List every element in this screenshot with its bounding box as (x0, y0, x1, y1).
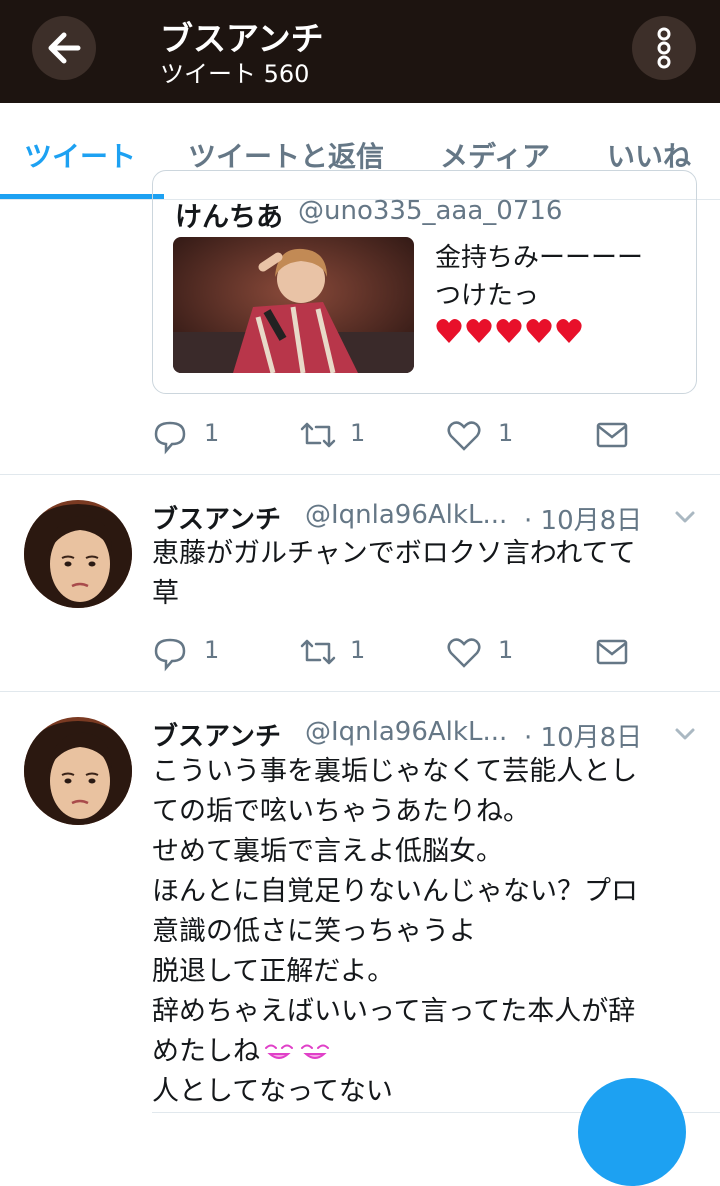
tweet-author-name[interactable]: ブスアンチ (152, 499, 281, 536)
like-button[interactable]: 1 (446, 632, 513, 672)
direct-message-button[interactable] (594, 415, 630, 455)
profile-header: ブスアンチ ツイート 560 (0, 0, 720, 103)
retweet-icon (300, 422, 336, 448)
like-button[interactable]: 1 (446, 415, 513, 455)
chevron-down-icon (675, 511, 695, 523)
back-button[interactable] (32, 16, 96, 80)
reply-button[interactable]: 1 (152, 632, 219, 672)
heart-icon (447, 421, 481, 451)
like-count: 1 (498, 419, 514, 447)
quoted-author-name: けんちあ (175, 202, 283, 233)
tab-tweets[interactable]: ツイート (24, 135, 136, 175)
reply-icon (154, 638, 186, 672)
reply-icon (154, 421, 186, 455)
tweet-menu-caret[interactable] (672, 504, 698, 534)
tweet-author-handle: @Iqnla96AlkL... (305, 717, 508, 747)
tweet-text-line: 辞めちゃえばいいって言ってた本人が辞 (152, 996, 636, 1027)
tweet-menu-caret[interactable] (672, 721, 698, 751)
tweet-text-line: 脱退して正解だよ。 (152, 956, 395, 987)
tab-likes[interactable]: いいね (607, 135, 691, 175)
quoted-media-image[interactable] (173, 237, 414, 373)
heart-icon (447, 638, 481, 668)
reply-count: 1 (204, 636, 220, 664)
tweet-date[interactable]: · 10月8日 (524, 500, 642, 537)
avatar[interactable] (24, 717, 132, 825)
active-tab-indicator (0, 194, 164, 199)
tweet-text-line: 草 (152, 578, 179, 609)
retweet-button[interactable]: 1 (298, 632, 365, 672)
tweet-text-line: こういう事を裏垢じゃなくて芸能人とし (152, 756, 638, 787)
tweet-actions: 1 1 1 (152, 632, 652, 672)
tab-media[interactable]: メディア (440, 135, 550, 175)
retweet-count: 1 (350, 636, 366, 664)
heart-emoji-row (435, 317, 587, 349)
retweet-count: 1 (350, 419, 366, 447)
retweet-icon (300, 639, 336, 665)
tweet-author-name[interactable]: ブスアンチ (152, 716, 281, 753)
profile-title: ブスアンチ (160, 19, 324, 58)
tweet-text-line-with-emoji: めたしね (152, 1032, 712, 1072)
retweet-button[interactable]: 1 (298, 415, 365, 455)
tweet-text: こういう事を裏垢じゃなくて芸能人とし ての垢で呟いちゃうあたりね。 せめて裏垢で… (152, 752, 712, 1112)
tweet-divider (0, 691, 720, 692)
more-options-button[interactable] (632, 16, 696, 80)
tweet-text-segment: めたしね (152, 1036, 260, 1067)
envelope-icon (596, 639, 628, 665)
tab-tweets-and-replies[interactable]: ツイートと返信 (188, 135, 384, 175)
quoted-author-handle: @uno335_aaa_0716 (298, 196, 563, 226)
envelope-icon (596, 422, 628, 448)
tweet-text-line: ての垢で呟いちゃうあたりね。 (152, 796, 530, 827)
quoted-tweet-card[interactable]: けんちあ @uno335_aaa_0716 金持ちみーーーー つけたっ (152, 170, 697, 394)
tweet-count: ツイート 560 (160, 60, 310, 88)
back-arrow-icon (48, 32, 81, 64)
tweet-date[interactable]: · 10月8日 (524, 717, 642, 754)
compose-tweet-button[interactable] (578, 1078, 686, 1186)
laughing-face-emoji-icon (265, 1044, 329, 1059)
like-count: 1 (498, 636, 514, 664)
tweet-text: 恵藤がガルチャンでボロクソ言われてて 草 (152, 534, 712, 614)
quoted-tweet-text: 金持ちみーーーー つけたっ (435, 243, 644, 311)
tweet-text-line: 恵藤がガルチャンでボロクソ言われてて (152, 538, 636, 569)
reply-button[interactable]: 1 (152, 415, 219, 455)
tweet-text-line: せめて裏垢で言えよ低脳女。 (152, 836, 503, 867)
tweet-divider (0, 474, 720, 475)
reply-count: 1 (204, 419, 220, 447)
avatar[interactable] (24, 500, 132, 608)
tweet-actions: 1 1 1 (152, 415, 652, 455)
tweet-text-line: 意識の低さに笑っちゃうよ (152, 916, 476, 947)
direct-message-button[interactable] (594, 632, 630, 672)
more-vertical-icon (657, 27, 671, 69)
tweet-text-line: ほんとに自覚足りないんじゃない？プロ (152, 876, 638, 907)
tweet-author-handle: @Iqnla96AlkL... (305, 500, 508, 530)
chevron-down-icon (675, 728, 695, 740)
